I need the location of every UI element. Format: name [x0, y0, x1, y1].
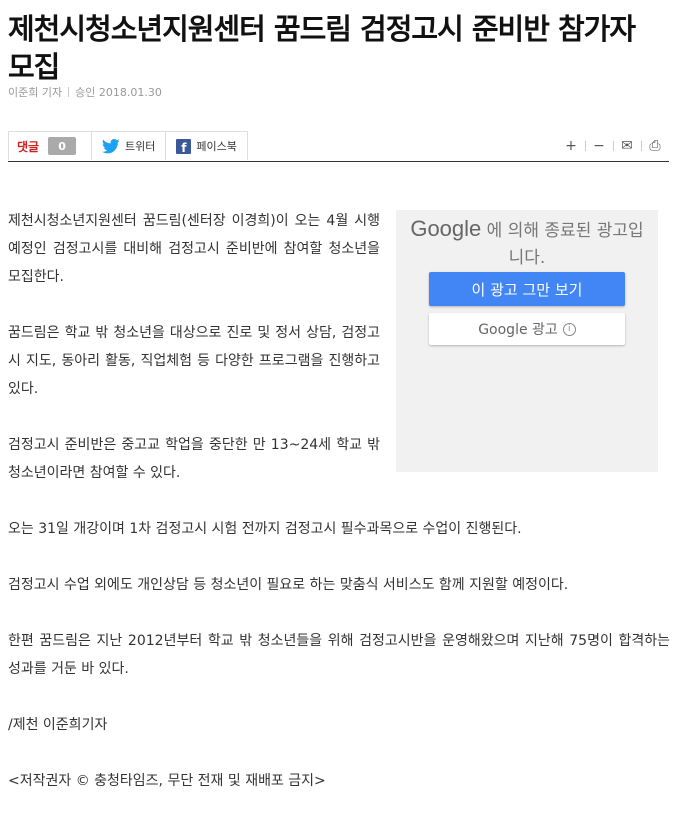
article-body: 제천시청소년지원센터 꿈드림(센터장 이경희)이 오는 4월 시행 예정인 검정… [8, 207, 670, 823]
facebook-label: 페이스북 [196, 140, 237, 153]
share-bar: 댓글 0 트위터 f 페이스북 [8, 131, 248, 161]
article-paragraph: 한편 꿈드림은 지난 2012년부터 학교 밖 청소년들을 위해 검정고시반을 … [8, 633, 670, 677]
article-meta: 이준희 기자 승인 2018.01.30 [8, 84, 162, 100]
comment-count-badge: 0 [48, 137, 77, 155]
print-icon[interactable]: ⎙ [641, 136, 669, 156]
twitter-share-button[interactable]: 트위터 [91, 131, 167, 160]
comment-label: 댓글 [17, 139, 40, 154]
article-paragraph: 검정고시 준비반은 중고교 학업을 중단한 만 13~24세 학교 밖 청소년이… [8, 437, 380, 481]
article-paragraph: 제천시청소년지원센터 꿈드림(센터장 이경희)이 오는 4월 시행 예정인 검정… [8, 213, 380, 285]
reporter-name: 이준희 기자 [8, 86, 63, 99]
twitter-label: 트위터 [125, 140, 156, 153]
article-paragraph: 검정고시 수업 외에도 개인상담 등 청소년이 필요로 하는 맞춤식 서비스도 … [8, 577, 569, 593]
twitter-icon [102, 138, 120, 153]
article-byline: /제천 이준희기자 [8, 717, 108, 733]
article-title: 제천시청소년지원센터 꿈드림 검정고시 준비반 참가자 모집 [8, 12, 636, 84]
comment-button[interactable]: 댓글 0 [8, 131, 92, 160]
approved-date: 승인 2018.01.30 [75, 86, 162, 99]
article-toolbar: 댓글 0 트위터 f 페이스북 + − ✉ ⎙ [8, 131, 669, 162]
article-paragraph: 오는 31일 개강이며 1차 검정고시 시험 전까지 검정고시 필수과목으로 수… [8, 521, 522, 537]
copyright-notice: <저작권자 © 충청타임즈, 무단 전재 및 재배포 금지> [8, 773, 326, 789]
meta-divider [68, 87, 70, 97]
font-decrease-icon[interactable]: − [585, 136, 613, 156]
facebook-share-button[interactable]: f 페이스북 [165, 131, 248, 160]
facebook-icon: f [176, 138, 192, 154]
font-increase-icon[interactable]: + [557, 136, 585, 156]
article-paragraph: 꿈드림은 학교 밖 청소년을 대상으로 진로 및 정서 상담, 검정고시 지도,… [8, 325, 380, 397]
article-tools: + − ✉ ⎙ [557, 136, 669, 156]
mail-icon[interactable]: ✉ [613, 136, 641, 156]
